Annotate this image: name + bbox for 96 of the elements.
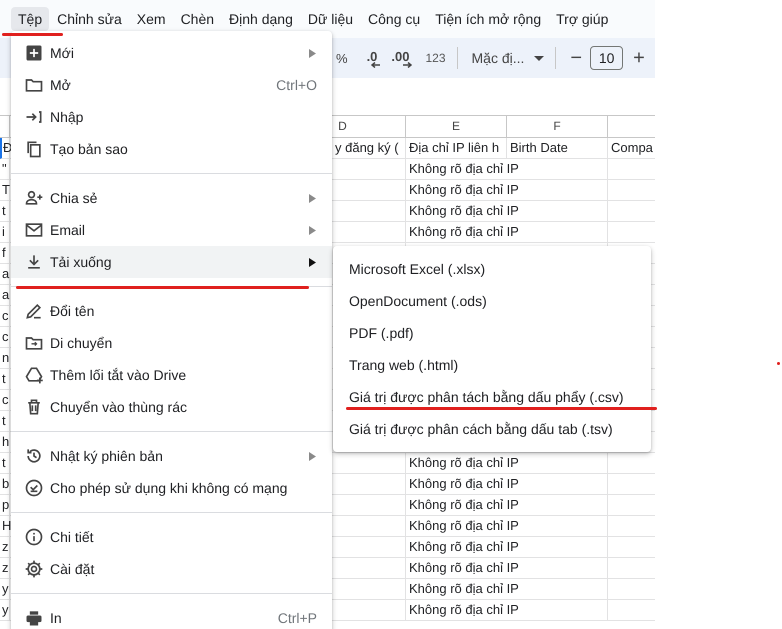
increase-decimals-button[interactable]: .00 xyxy=(391,48,410,68)
table-cell: Địa chỉ IP liên h xyxy=(409,140,500,155)
table-cell: Không rõ địa chỉ IP xyxy=(409,203,519,218)
decrease-decimals-button[interactable]: .0 xyxy=(366,48,378,68)
table-cell: t xyxy=(2,371,6,386)
caret-icon xyxy=(534,56,544,60)
menu-bar-item[interactable]: Định dạng xyxy=(222,7,300,31)
menu-bar-item[interactable]: Dữ liệu xyxy=(300,7,360,31)
menu-item[interactable]: Chuyển vào thùng rác xyxy=(11,391,332,423)
keyboard-shortcut: Ctrl+P xyxy=(278,610,317,626)
right-arrow-icon xyxy=(403,62,412,68)
offline-check-icon xyxy=(24,478,44,498)
table-cell: Không rõ địa chỉ IP xyxy=(409,161,519,176)
table-cell: Không rõ địa chỉ IP xyxy=(409,581,519,596)
menu-item[interactable]: OpenDocument (.ods) xyxy=(333,285,651,317)
font-size-field[interactable]: 10 xyxy=(590,46,624,70)
table-cell: t xyxy=(2,413,6,428)
menu-item[interactable]: Nhật ký phiên bản xyxy=(11,440,332,472)
menu-item[interactable]: Giá trị được phân tách bằng dấu phẩy (.csv) xyxy=(333,381,651,413)
table-cell: Không rõ địa chỉ IP xyxy=(409,224,519,239)
settings-icon xyxy=(24,559,44,579)
table-cell: H xyxy=(2,518,12,533)
underline-mark xyxy=(2,33,63,36)
submenu-arrow-icon xyxy=(309,258,316,266)
table-cell: Compa xyxy=(611,140,653,155)
table-cell: Không rõ địa chỉ IP xyxy=(409,560,519,575)
menu-item[interactable]: In Ctrl+P xyxy=(11,602,332,629)
pencil-icon xyxy=(24,301,44,321)
menu-item[interactable]: Tải xuống xyxy=(11,246,332,278)
percent-button[interactable]: % xyxy=(336,50,348,66)
menu-item[interactable]: Giá trị được phân cách bằng dấu tab (.tsv) xyxy=(333,413,651,445)
menu-bar-item[interactable]: Chỉnh sửa xyxy=(50,7,129,31)
table-cell: n xyxy=(2,350,10,365)
menu-item[interactable]: Microsoft Excel (.xlsx) xyxy=(333,253,651,285)
menu-item[interactable]: Mới xyxy=(11,37,332,69)
table-cell: c xyxy=(2,392,8,407)
menu-bar-item[interactable]: Chèn xyxy=(174,7,222,31)
submenu-arrow-icon xyxy=(309,48,316,58)
drive-add-icon xyxy=(24,365,44,385)
menu-bar-item[interactable]: Trợ giúp xyxy=(549,7,616,31)
submenu-arrow-icon xyxy=(309,226,316,234)
column-header[interactable]: F xyxy=(507,116,608,138)
menu-bar-item[interactable]: Xem xyxy=(130,7,173,31)
table-cell: Không rõ địa chỉ IP xyxy=(409,476,519,491)
number-format-button[interactable]: 123 xyxy=(425,51,446,65)
menu-bar-item[interactable]: Tệp xyxy=(11,7,50,31)
keyboard-shortcut: Ctrl+O xyxy=(276,77,317,93)
table-cell: i xyxy=(2,224,5,239)
menu-item[interactable]: Email xyxy=(11,214,332,246)
table-cell: Không rõ địa chỉ IP xyxy=(409,539,519,554)
table-cell: Không rõ địa chỉ IP xyxy=(409,602,519,617)
table-cell: y xyxy=(2,602,8,617)
table-cell: Không rõ địa chỉ IP xyxy=(409,497,519,512)
table-cell: Không rõ địa chỉ IP xyxy=(409,455,519,470)
table-cell: f xyxy=(2,245,6,260)
menu-bar-item[interactable]: Công cụ xyxy=(361,7,428,31)
font-dropdown[interactable]: Mặc đị... xyxy=(472,50,544,66)
table-cell: t xyxy=(2,455,6,470)
table-cell: b xyxy=(2,476,10,491)
dot-mark xyxy=(777,362,780,365)
menu-item[interactable]: Cho phép sử dụng khi không có mạng xyxy=(11,472,332,504)
info-icon xyxy=(24,527,44,547)
left-arrow-icon xyxy=(371,62,380,68)
table-cell: y xyxy=(2,581,8,596)
table-cell: Không rõ địa chỉ IP xyxy=(409,182,519,197)
table-cell: y đăng ký ( xyxy=(335,140,399,155)
menu-item[interactable]: PDF (.pdf) xyxy=(333,317,651,349)
table-cell: a xyxy=(2,287,10,302)
menu-item[interactable]: Mở Ctrl+O xyxy=(11,69,332,101)
table-cell: a xyxy=(2,266,10,281)
menu-item[interactable]: Thêm lối tắt vào Drive xyxy=(11,359,332,391)
menu-item[interactable]: Chi tiết xyxy=(11,521,332,553)
menu-item[interactable]: Cài đặt xyxy=(11,553,332,585)
table-cell: t xyxy=(2,203,6,218)
menu-item[interactable]: Chia sẻ xyxy=(11,182,332,214)
column-header[interactable] xyxy=(0,116,10,138)
table-cell: " xyxy=(2,161,7,176)
decrease-size-button[interactable]: − xyxy=(570,46,582,70)
table-cell: c xyxy=(2,329,8,344)
new-file-icon xyxy=(24,43,44,63)
table-cell: z xyxy=(2,560,8,575)
menu-bar-item[interactable]: Tiện ích mở rộng xyxy=(428,7,548,31)
increase-size-button[interactable]: + xyxy=(633,46,645,70)
table-cell: z xyxy=(2,539,8,554)
table-cell: Birth Date xyxy=(510,140,568,155)
table-cell: p xyxy=(2,497,10,512)
submenu-arrow-icon xyxy=(309,452,316,460)
column-header[interactable]: E xyxy=(406,116,507,138)
menu-item[interactable]: Trang web (.html) xyxy=(333,349,651,381)
table-cell: Không rõ địa chỉ IP xyxy=(409,518,519,533)
menu-item[interactable]: Di chuyển xyxy=(11,327,332,359)
menu-item[interactable]: Đổi tên xyxy=(11,295,332,327)
table-cell: T xyxy=(2,182,10,197)
table-cell: h xyxy=(2,434,10,449)
table-cell: c xyxy=(2,308,8,323)
submenu-arrow-icon xyxy=(309,194,316,202)
